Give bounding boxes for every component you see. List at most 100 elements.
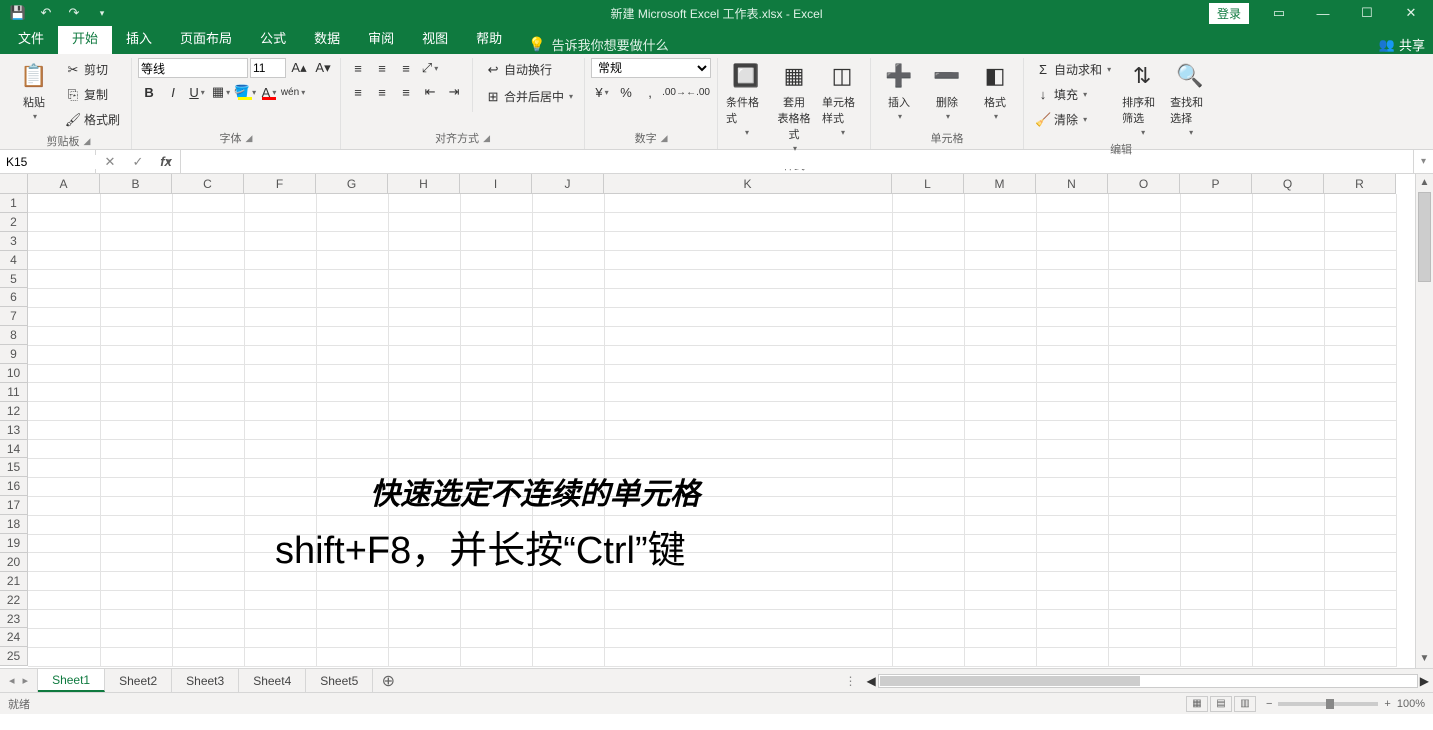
cell[interactable]	[28, 307, 100, 326]
column-header[interactable]: C	[172, 174, 244, 194]
cell[interactable]	[1108, 213, 1180, 232]
cell[interactable]	[892, 515, 964, 534]
cell[interactable]	[892, 402, 964, 421]
cell[interactable]	[892, 440, 964, 459]
cell[interactable]	[388, 496, 460, 515]
cell[interactable]	[100, 610, 172, 629]
cell[interactable]	[460, 572, 532, 591]
cell[interactable]	[172, 326, 244, 345]
cell[interactable]	[316, 610, 388, 629]
cell[interactable]	[1108, 534, 1180, 553]
delete-cells-button[interactable]: ➖删除▾	[925, 58, 969, 123]
cell[interactable]	[1108, 364, 1180, 383]
cell[interactable]	[1036, 345, 1108, 364]
decrease-decimal-icon[interactable]: ←.00	[687, 82, 709, 102]
cell[interactable]	[388, 534, 460, 553]
cell[interactable]	[172, 534, 244, 553]
cell[interactable]	[1252, 591, 1324, 610]
row-header[interactable]: 21	[0, 572, 28, 591]
cell[interactable]	[1180, 610, 1252, 629]
cell[interactable]	[460, 213, 532, 232]
cell[interactable]	[460, 515, 532, 534]
cell[interactable]	[604, 288, 892, 307]
align-left-icon[interactable]: ≡	[347, 82, 369, 102]
cell[interactable]	[964, 647, 1036, 666]
cell[interactable]	[28, 553, 100, 572]
cell[interactable]	[1180, 194, 1252, 213]
ribbon-tab-5[interactable]: 数据	[300, 22, 354, 54]
cell[interactable]	[1180, 270, 1252, 289]
cell[interactable]	[532, 440, 604, 459]
cell[interactable]	[28, 232, 100, 251]
font-color-button[interactable]: A▾	[258, 82, 280, 102]
cell[interactable]	[1252, 194, 1324, 213]
cell[interactable]	[172, 610, 244, 629]
cell[interactable]	[1036, 591, 1108, 610]
cell[interactable]	[1036, 270, 1108, 289]
cell[interactable]	[1036, 421, 1108, 440]
close-icon[interactable]: ✕	[1389, 0, 1433, 26]
cell[interactable]	[244, 402, 316, 421]
cell[interactable]	[172, 628, 244, 647]
sheet-tab[interactable]: Sheet1	[38, 669, 105, 692]
cell[interactable]	[892, 591, 964, 610]
cell[interactable]	[244, 232, 316, 251]
cell[interactable]	[316, 251, 388, 270]
cell[interactable]	[28, 534, 100, 553]
redo-icon[interactable]: ↷	[62, 3, 86, 23]
add-sheet-button[interactable]: ⊕	[373, 669, 403, 692]
cell[interactable]	[1036, 553, 1108, 572]
align-middle-icon[interactable]: ≡	[371, 58, 393, 78]
cell[interactable]	[1252, 496, 1324, 515]
cell[interactable]	[1324, 345, 1396, 364]
align-bottom-icon[interactable]: ≡	[395, 58, 417, 78]
cell[interactable]	[964, 628, 1036, 647]
cut-button[interactable]: ✂剪切	[60, 58, 125, 81]
cell[interactable]	[244, 421, 316, 440]
cell[interactable]	[316, 458, 388, 477]
row-header[interactable]: 10	[0, 364, 28, 383]
cell[interactable]	[316, 534, 388, 553]
cell[interactable]	[1324, 591, 1396, 610]
format-painter-button[interactable]: 🖌格式刷	[60, 108, 125, 131]
hscroll-split-icon[interactable]: ⋮	[845, 674, 857, 688]
cell[interactable]	[244, 288, 316, 307]
cell[interactable]	[1324, 402, 1396, 421]
cell[interactable]	[532, 572, 604, 591]
cell[interactable]	[172, 270, 244, 289]
cell[interactable]	[172, 194, 244, 213]
cell[interactable]	[892, 421, 964, 440]
row-header[interactable]: 13	[0, 421, 28, 440]
cell[interactable]	[532, 647, 604, 666]
zoom-out-icon[interactable]: −	[1266, 698, 1272, 710]
cell[interactable]	[244, 477, 316, 496]
vertical-scrollbar[interactable]: ▲ ▼	[1415, 174, 1433, 668]
cell[interactable]	[460, 288, 532, 307]
cell[interactable]	[964, 213, 1036, 232]
page-break-view-icon[interactable]: ▥	[1234, 696, 1256, 712]
cell[interactable]	[604, 496, 892, 515]
cell[interactable]	[1324, 288, 1396, 307]
cell[interactable]	[1180, 647, 1252, 666]
cell[interactable]	[460, 647, 532, 666]
cell[interactable]	[388, 364, 460, 383]
cell[interactable]	[28, 326, 100, 345]
font-size-combo[interactable]	[250, 58, 286, 78]
row-header[interactable]: 19	[0, 534, 28, 553]
cell[interactable]	[1108, 515, 1180, 534]
cell[interactable]	[1108, 421, 1180, 440]
cell[interactable]	[1180, 628, 1252, 647]
cell[interactable]	[100, 326, 172, 345]
cell[interactable]	[28, 364, 100, 383]
cell[interactable]	[1252, 213, 1324, 232]
cell[interactable]	[100, 288, 172, 307]
cell[interactable]	[1252, 628, 1324, 647]
cell[interactable]	[172, 251, 244, 270]
cell[interactable]	[964, 496, 1036, 515]
cell[interactable]	[316, 345, 388, 364]
cell[interactable]	[28, 213, 100, 232]
cell[interactable]	[244, 270, 316, 289]
cell[interactable]	[388, 288, 460, 307]
cell[interactable]	[892, 610, 964, 629]
cell[interactable]	[892, 383, 964, 402]
